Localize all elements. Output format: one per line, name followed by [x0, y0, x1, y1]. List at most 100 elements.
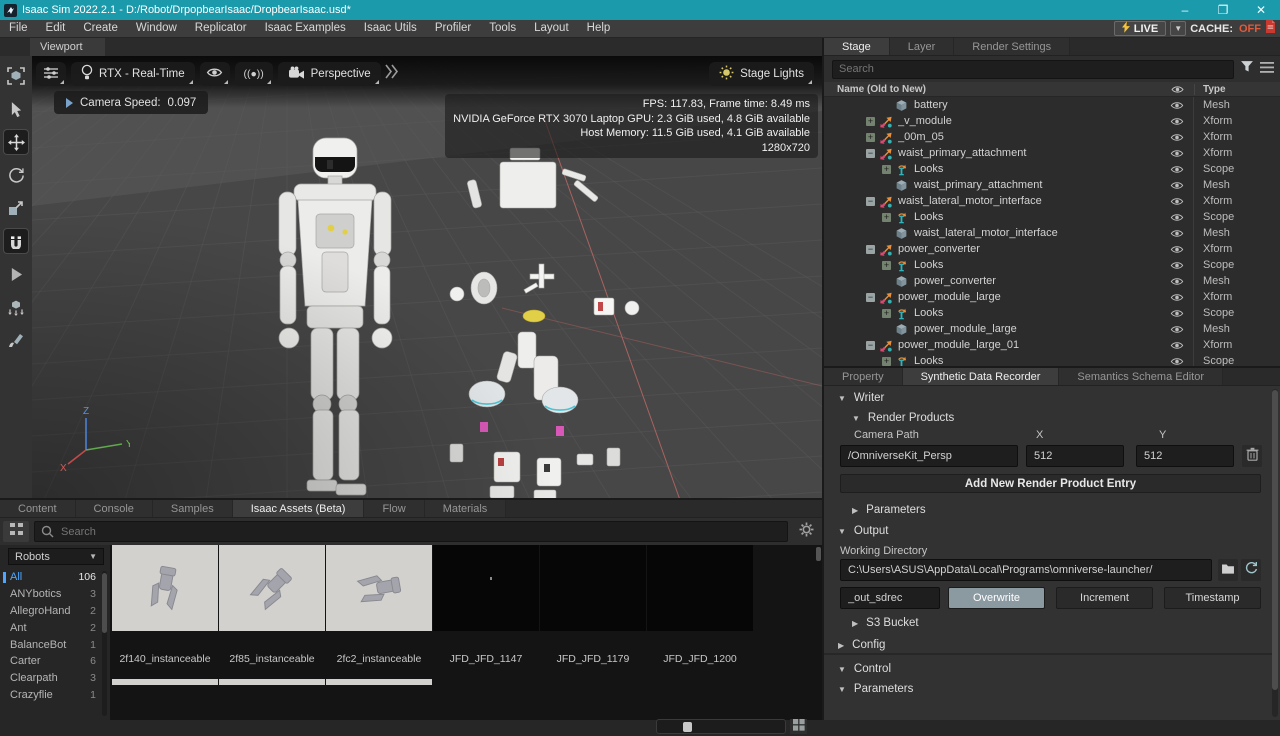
visibility-eye-icon[interactable]: [1160, 325, 1194, 334]
asset-tile[interactable]: JFD_JFD_1200: [647, 545, 753, 720]
prim-name[interactable]: Looks: [914, 211, 1160, 223]
add-render-product-button[interactable]: Add New Render Product Entry: [840, 474, 1261, 493]
camera-selector-button[interactable]: Perspective: [278, 62, 381, 86]
recorder-scrollbar[interactable]: [1272, 389, 1278, 717]
asset-thumbnail[interactable]: [112, 545, 218, 631]
overwrite-mode-button[interactable]: Overwrite: [948, 587, 1045, 609]
category-ant[interactable]: Ant2: [0, 619, 102, 636]
tab-stage[interactable]: Stage: [824, 38, 890, 55]
working-directory-input[interactable]: [840, 559, 1212, 581]
live-dropdown-chevron[interactable]: ▼: [1170, 21, 1186, 36]
asset-thumbnail[interactable]: [647, 545, 753, 631]
menu-item-layout[interactable]: Layout: [525, 20, 578, 37]
tab-materials[interactable]: Materials: [425, 500, 507, 517]
visibility-eye-icon[interactable]: [1160, 133, 1194, 142]
stage-row[interactable]: −waist_primary_attachmentXform: [824, 145, 1280, 161]
physics-drop-tool-icon[interactable]: [4, 295, 28, 319]
menu-item-file[interactable]: File: [0, 20, 37, 37]
expander-minus-icon[interactable]: −: [866, 341, 875, 350]
control-parameters-section-header[interactable]: ▼ Parameters: [838, 683, 913, 695]
visibility-eye-icon[interactable]: [1160, 341, 1194, 350]
writer-section-header[interactable]: ▼ Writer: [838, 392, 884, 404]
menu-item-create[interactable]: Create: [74, 20, 127, 37]
prim-name[interactable]: power_converter: [914, 275, 1160, 287]
stage-row[interactable]: power_module_largeMesh: [824, 321, 1280, 337]
prim-name[interactable]: power_module_large: [898, 291, 1160, 303]
asset-tile[interactable]: 2f85_instanceable: [219, 545, 325, 720]
visibility-options-button[interactable]: [200, 62, 230, 86]
asset-settings-button[interactable]: [793, 521, 819, 542]
frame-select-tool-icon[interactable]: [4, 64, 28, 88]
menu-item-profiler[interactable]: Profiler: [426, 20, 480, 37]
visibility-eye-icon[interactable]: [1160, 117, 1194, 126]
menu-item-edit[interactable]: Edit: [37, 20, 75, 37]
visibility-eye-icon[interactable]: [1160, 181, 1194, 190]
minimize-button[interactable]: –: [1166, 0, 1204, 20]
viewport-settings-button[interactable]: [36, 62, 66, 86]
tab-render-settings[interactable]: Render Settings: [954, 38, 1070, 55]
tab-synthetic-data-recorder[interactable]: Synthetic Data Recorder: [903, 368, 1060, 385]
thumbnail-size-slider[interactable]: [656, 719, 786, 734]
menu-item-window[interactable]: Window: [127, 20, 186, 37]
column-name-header[interactable]: Name (Old to New): [824, 84, 1160, 95]
menu-item-isaac-examples[interactable]: Isaac Examples: [256, 20, 355, 37]
menu-item-isaac-utils[interactable]: Isaac Utils: [355, 20, 426, 37]
stage-row[interactable]: +_v_moduleXform: [824, 113, 1280, 129]
output-section-header[interactable]: ▼ Output: [838, 525, 888, 537]
stage-row[interactable]: waist_primary_attachmentMesh: [824, 177, 1280, 193]
stage-row[interactable]: −waist_lateral_motor_interfaceXform: [824, 193, 1280, 209]
visibility-eye-icon[interactable]: [1160, 229, 1194, 238]
menu-item-replicator[interactable]: Replicator: [186, 20, 256, 37]
category-scrollbar[interactable]: [102, 571, 107, 716]
camera-speed-indicator[interactable]: Camera Speed: 0.097: [54, 91, 208, 114]
prim-name[interactable]: Looks: [914, 307, 1160, 319]
visibility-eye-icon[interactable]: [1160, 309, 1194, 318]
select-tool-icon[interactable]: [4, 97, 28, 121]
stage-search-input[interactable]: [832, 60, 1234, 79]
output-prefix-input[interactable]: [840, 587, 940, 609]
collection-view-button[interactable]: [3, 521, 29, 542]
tab-flow[interactable]: Flow: [364, 500, 424, 517]
category-dropdown[interactable]: Robots ▼: [8, 548, 104, 565]
renderer-selector-button[interactable]: RTX - Real-Time: [71, 62, 195, 86]
expander-minus-icon[interactable]: −: [866, 149, 875, 158]
x-resolution-input[interactable]: [1026, 445, 1124, 467]
render-products-section-header[interactable]: ▼ Render Products: [852, 412, 954, 424]
stage-row[interactable]: +LooksScope: [824, 161, 1280, 177]
waypoint-capture-button[interactable]: ((●)): [235, 62, 273, 86]
prim-name[interactable]: power_module_large: [914, 323, 1160, 335]
prim-name[interactable]: power_converter: [898, 243, 1160, 255]
category-carter[interactable]: Carter6: [0, 653, 102, 670]
expander-minus-icon[interactable]: −: [866, 197, 875, 206]
expander-minus-icon[interactable]: −: [866, 245, 875, 254]
refresh-button[interactable]: [1241, 559, 1261, 581]
asset-thumbnail[interactable]: [540, 545, 646, 631]
expander-plus-icon[interactable]: +: [882, 261, 891, 270]
snap-tool-icon[interactable]: [4, 229, 28, 253]
paint-brush-tool-icon[interactable]: [4, 328, 28, 352]
expander-plus-icon[interactable]: +: [882, 213, 891, 222]
rotate-tool-icon[interactable]: [4, 163, 28, 187]
prim-name[interactable]: Looks: [914, 259, 1160, 271]
tab-samples[interactable]: Samples: [153, 500, 233, 517]
expander-plus-icon[interactable]: +: [882, 357, 891, 366]
asset-thumbnail[interactable]: [219, 545, 325, 631]
camera-path-input[interactable]: [840, 445, 1018, 467]
stage-row[interactable]: batteryMesh: [824, 97, 1280, 113]
visibility-eye-icon[interactable]: [1160, 293, 1194, 302]
prim-name[interactable]: _v_module: [898, 115, 1160, 127]
category-all[interactable]: All106: [0, 569, 102, 586]
prim-name[interactable]: _00m_05: [898, 131, 1160, 143]
expander-plus-icon[interactable]: +: [882, 165, 891, 174]
expander-minus-icon[interactable]: −: [866, 293, 875, 302]
grid-view-toggle-button[interactable]: [790, 719, 807, 734]
asset-search-input[interactable]: [34, 521, 788, 542]
category-crazyflie[interactable]: Crazyflie1: [0, 687, 102, 704]
column-visibility-header-eye-icon[interactable]: [1160, 85, 1194, 94]
asset-tile[interactable]: 2f140_instanceable: [112, 545, 218, 720]
increment-mode-button[interactable]: Increment: [1056, 587, 1153, 609]
category-clearpath[interactable]: Clearpath3: [0, 670, 102, 687]
asset-thumbnail[interactable]: [433, 545, 539, 631]
live-button[interactable]: LIVE: [1114, 21, 1166, 36]
stage-row[interactable]: +LooksScope: [824, 257, 1280, 273]
